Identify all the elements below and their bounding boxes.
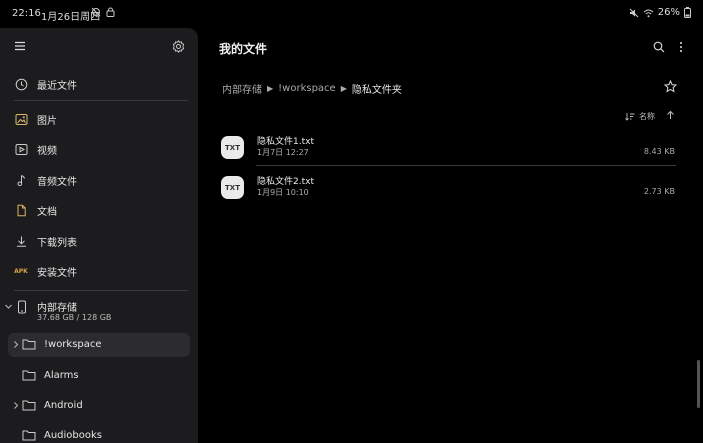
apk-badge: APK <box>14 267 28 275</box>
breadcrumb-item[interactable]: !workspace <box>278 83 336 94</box>
folder-item-android[interactable]: Android <box>8 394 190 418</box>
sidebar-header <box>0 28 198 68</box>
sidebar-item-label: 安装文件 <box>37 268 77 279</box>
breadcrumb-item-current[interactable]: 隐私文件夹 <box>352 81 402 96</box>
menu-icon[interactable] <box>14 40 26 52</box>
mute-icon <box>629 8 639 17</box>
gear-icon[interactable] <box>172 40 185 53</box>
folder-icon <box>22 400 36 411</box>
sidebar-item-label: 图片 <box>37 116 57 127</box>
folder-label: Audiobooks <box>44 430 103 441</box>
folder-icon <box>22 370 36 381</box>
video-icon <box>14 142 28 156</box>
sidebar-item-videos[interactable]: 视频 <box>0 135 198 163</box>
storage-capacity: 37.68 GB / 128 GB <box>37 313 112 322</box>
battery-percent: 26% <box>657 7 680 18</box>
star-icon[interactable] <box>664 80 677 93</box>
clock-icon <box>14 77 28 91</box>
txt-file-icon: TXT <box>221 136 244 159</box>
breadcrumb: 内部存储 ▶ !workspace ▶ 隐私文件夹 <box>222 81 402 96</box>
apk-icon: APK <box>14 264 28 278</box>
sidebar-item-label: 音频文件 <box>37 177 77 188</box>
phone-icon <box>18 300 26 314</box>
sidebar-item-installers[interactable]: APK 安装文件 <box>0 257 198 285</box>
document-icon <box>14 203 28 217</box>
folder-icon <box>22 430 36 441</box>
sidebar-item-label: 最近文件 <box>37 81 77 92</box>
more-options-icon[interactable] <box>678 41 684 53</box>
sidebar-item-label: 文档 <box>37 207 57 218</box>
sort-icon <box>625 113 635 121</box>
sort-label: 名称 <box>639 112 655 121</box>
file-size: 2.73 KB <box>643 187 675 196</box>
folder-item-audiobooks[interactable]: Audiobooks <box>8 424 190 443</box>
sidebar-item-label: 视频 <box>37 146 57 157</box>
file-name: 隐私文件2.txt <box>257 177 314 187</box>
file-divider <box>256 165 676 166</box>
file-row[interactable]: TXT 隐私文件2.txt 1月9日 10:10 2.73 KB <box>219 173 679 207</box>
file-name: 隐私文件1.txt <box>257 137 314 147</box>
chevron-right-icon[interactable] <box>12 340 20 349</box>
file-date: 1月9日 10:10 <box>257 188 309 197</box>
search-icon[interactable] <box>653 41 665 53</box>
wifi-icon <box>643 9 654 17</box>
lock-icon <box>106 7 115 17</box>
folder-item-workspace[interactable]: !workspace <box>8 333 190 357</box>
dnd-icon <box>91 7 101 17</box>
chevron-right-icon[interactable] <box>12 401 20 410</box>
sidebar-item-images[interactable]: 图片 <box>0 105 198 133</box>
file-size: 8.43 KB <box>643 147 675 156</box>
arrow-up-icon[interactable] <box>666 110 675 120</box>
sidebar-divider <box>14 100 188 101</box>
download-icon <box>14 234 28 248</box>
main-panel: 我的文件 内部存储 ▶ !workspace ▶ 隐私文件夹 名称 TXT 隐私… <box>198 28 703 443</box>
status-right: 26% <box>629 7 691 18</box>
sidebar-item-label: 下载列表 <box>37 238 77 249</box>
battery-icon <box>684 7 691 18</box>
folder-label: !workspace <box>44 339 102 350</box>
folder-icon <box>22 339 36 350</box>
storage-name: 内部存储 <box>37 303 77 314</box>
folder-label: Alarms <box>44 370 79 381</box>
txt-file-icon: TXT <box>221 176 244 199</box>
sort-control[interactable]: 名称 <box>625 111 655 122</box>
status-bar: 22:16 1月26日周四 26% <box>0 0 703 28</box>
sidebar-item-internal-storage[interactable]: 内部存储 37.68 GB / 128 GB <box>0 296 198 326</box>
folder-item-alarms[interactable]: Alarms <box>8 364 190 388</box>
music-icon <box>14 173 28 187</box>
status-time: 22:16 <box>12 8 41 19</box>
sidebar-item-documents[interactable]: 文档 <box>0 196 198 224</box>
page-title: 我的文件 <box>219 42 268 56</box>
breadcrumb-separator-icon: ▶ <box>340 84 347 93</box>
status-left-icons <box>91 7 115 17</box>
sidebar-item-audio[interactable]: 音频文件 <box>0 166 198 194</box>
breadcrumb-item[interactable]: 内部存储 <box>222 81 262 96</box>
sidebar: 最近文件 图片 视频 音频文件 文档 下载列表 APK 安装文件 内部存储 37… <box>0 28 198 443</box>
file-row[interactable]: TXT 隐私文件1.txt 1月7日 12:27 8.43 KB <box>219 133 679 167</box>
folder-label: Android <box>44 400 83 411</box>
scrollbar[interactable] <box>697 360 700 408</box>
sidebar-item-downloads[interactable]: 下载列表 <box>0 227 198 255</box>
sidebar-item-recent[interactable]: 最近文件 <box>0 70 198 98</box>
chevron-down-icon[interactable] <box>4 302 13 311</box>
sidebar-divider <box>14 290 188 291</box>
file-date: 1月7日 12:27 <box>257 148 309 157</box>
image-icon <box>14 112 28 126</box>
breadcrumb-separator-icon: ▶ <box>267 84 274 93</box>
